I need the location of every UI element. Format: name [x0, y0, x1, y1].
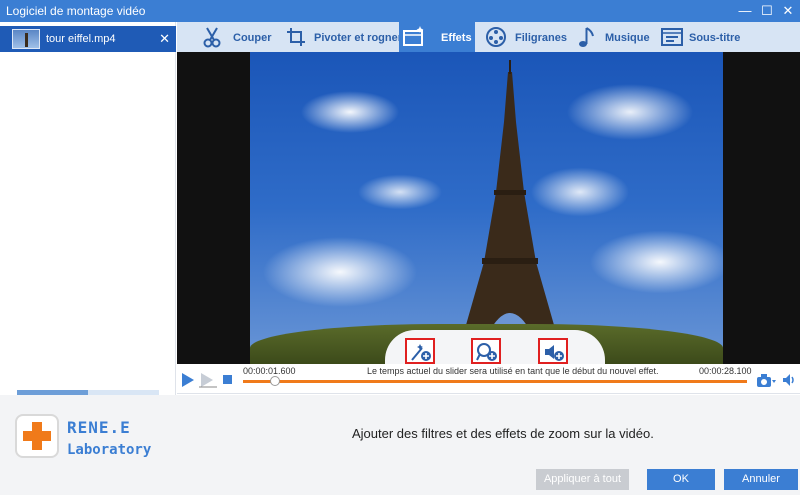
tool-label: Effets — [441, 32, 472, 44]
timeline-bar: 00:00:01.600 Le temps actuel du slider s… — [177, 364, 800, 394]
ok-button[interactable]: OK — [647, 469, 715, 490]
stop-icon[interactable] — [223, 375, 232, 384]
watermark-icon — [486, 27, 506, 47]
eiffel-tower-image — [450, 60, 570, 364]
tool-label: Pivoter et rogner — [314, 32, 403, 44]
video-frame — [250, 52, 723, 364]
tool-couper[interactable]: Couper — [197, 22, 272, 52]
scissors-icon — [203, 27, 221, 48]
timeline-track[interactable] — [243, 380, 747, 383]
tool-musique[interactable]: Musique — [571, 22, 650, 52]
music-icon — [579, 27, 594, 47]
crop-rotate-icon — [287, 28, 305, 46]
end-time: 00:00:28.100 — [699, 366, 752, 376]
logo-cross-icon — [15, 414, 59, 458]
add-zoom-icon — [476, 343, 497, 361]
subtitle-icon — [661, 28, 683, 46]
cancel-button[interactable]: Annuler — [724, 469, 798, 490]
logo-subtext: Laboratory — [67, 442, 152, 458]
tool-label: Filigranes — [515, 32, 567, 44]
timeline-hint: Le temps actuel du slider sera utilisé e… — [367, 366, 659, 376]
play-segment-icon[interactable] — [199, 372, 217, 388]
tool-effets[interactable]: Effets — [399, 22, 475, 52]
info-text: Ajouter des filtres et des effets de zoo… — [352, 426, 654, 441]
minimize-button[interactable]: — — [736, 2, 754, 20]
add-filter-icon — [411, 344, 431, 361]
camera-icon[interactable] — [756, 373, 776, 389]
tool-label: Musique — [605, 32, 650, 44]
close-button[interactable]: ✕ — [779, 2, 797, 20]
edit-toolbar: Couper Pivoter et rogner Effets Filigran… — [177, 22, 800, 52]
title-bar: Logiciel de montage vidéo — ☐ ✕ — [0, 0, 800, 22]
file-list-item[interactable]: tour eiffel.mp4 ✕ — [0, 26, 176, 52]
add-volume-icon — [545, 345, 564, 361]
effects-icon — [403, 26, 424, 46]
file-name: tour eiffel.mp4 — [46, 33, 116, 45]
current-time: 00:00:01.600 — [243, 366, 296, 376]
add-volume-button[interactable] — [538, 338, 568, 364]
volume-icon[interactable] — [782, 373, 796, 387]
bottom-panel: RENE.E Laboratory Ajouter des filtres et… — [0, 395, 800, 495]
logo-text: RENE.E — [67, 418, 131, 437]
tool-sous-titre[interactable]: Sous-titre — [657, 22, 747, 52]
rene-e-logo: RENE.E Laboratory — [15, 409, 155, 479]
add-zoom-button[interactable] — [471, 338, 501, 364]
tool-filigranes[interactable]: Filigranes — [481, 22, 567, 52]
file-panel: tour eiffel.mp4 ✕ Eléments Effets — [0, 22, 176, 414]
maximize-button[interactable]: ☐ — [758, 2, 776, 20]
timeline-slider-knob[interactable] — [270, 376, 280, 386]
remove-file-icon[interactable]: ✕ — [159, 31, 170, 47]
apply-all-button[interactable]: Appliquer à tout — [536, 469, 629, 490]
video-thumbnail — [12, 29, 40, 49]
window-title: Logiciel de montage vidéo — [6, 4, 146, 18]
video-preview — [177, 52, 800, 364]
tool-label: Couper — [233, 32, 272, 44]
play-icon[interactable] — [181, 372, 195, 388]
tool-pivoter-rogner[interactable]: Pivoter et rogner — [281, 22, 402, 52]
tool-label: Sous-titre — [689, 32, 741, 44]
add-filter-button[interactable] — [405, 338, 435, 364]
